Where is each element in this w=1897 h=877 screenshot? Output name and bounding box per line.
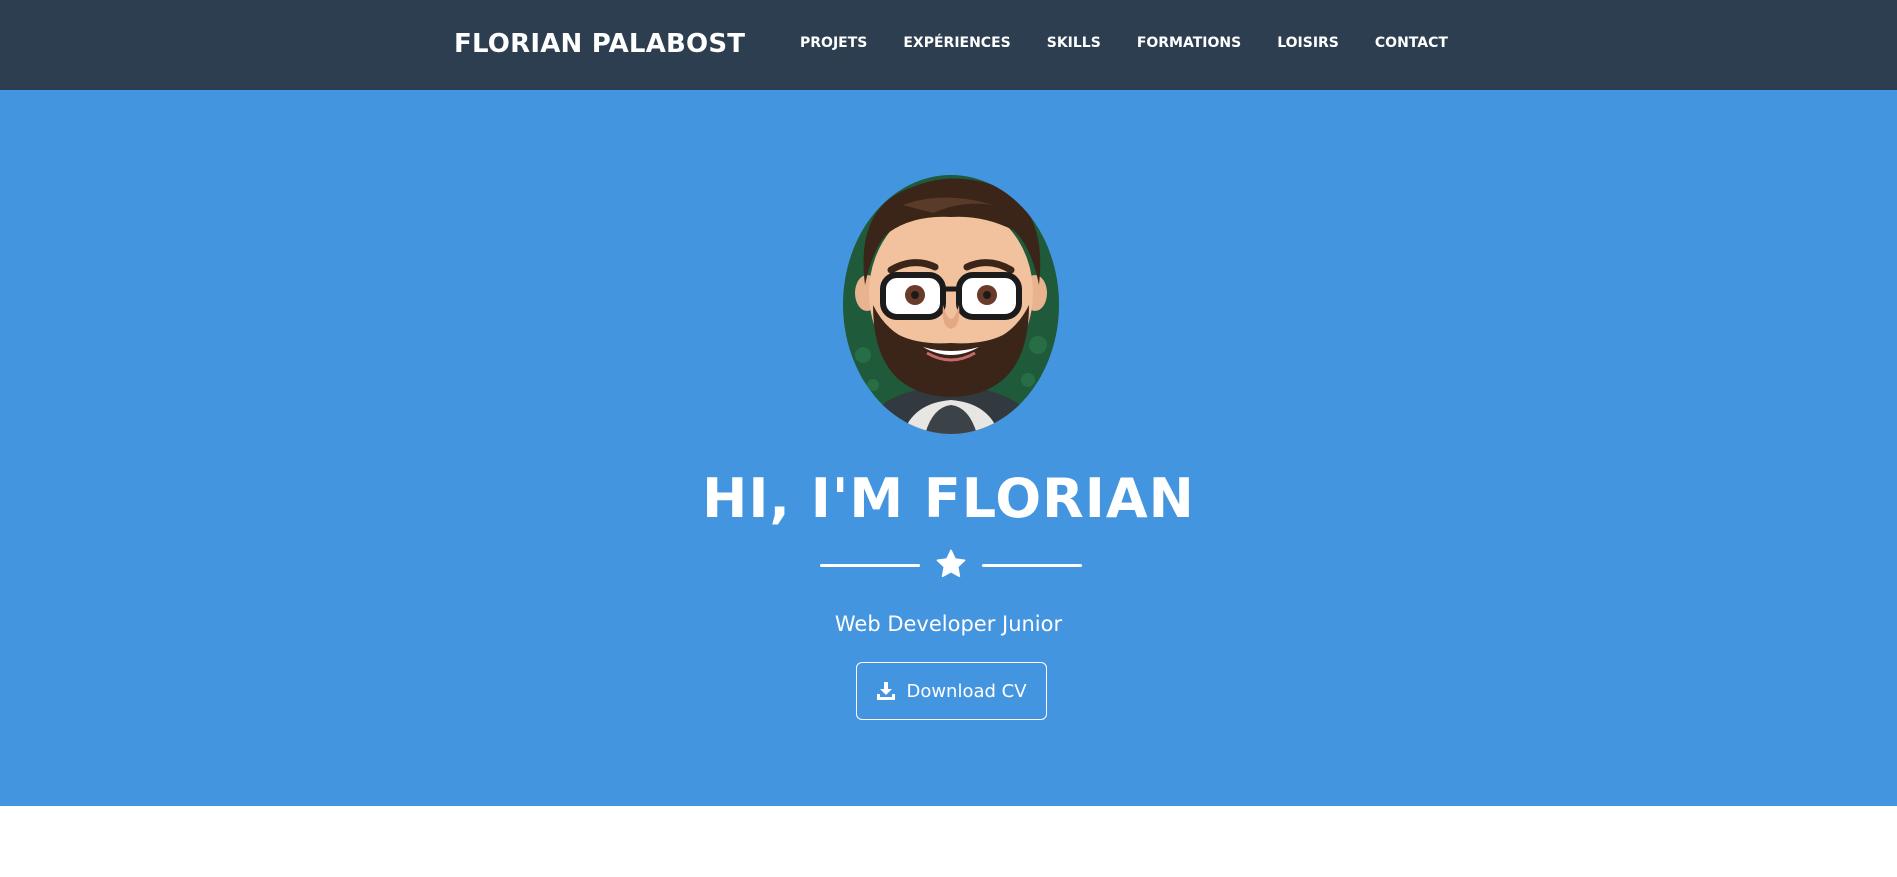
hero-section: HI, I'M FLORIAN Web Developer Junior Dow…: [0, 90, 1897, 806]
nav-link-experiences[interactable]: EXPÉRIENCES: [885, 31, 1028, 55]
download-cv-button[interactable]: Download CV: [856, 662, 1047, 720]
nav-link-contact[interactable]: CONTACT: [1357, 31, 1466, 55]
star-icon: [936, 549, 966, 578]
brand-logo-link[interactable]: FLORIAN PALABOST: [454, 26, 745, 62]
download-cv-label: Download CV: [906, 680, 1027, 702]
star-divider: [820, 548, 1082, 582]
avatar: [843, 175, 1059, 434]
nav-link-formations[interactable]: FORMATIONS: [1119, 31, 1259, 55]
divider-line-left: [820, 564, 920, 567]
nav-link-projets[interactable]: PROJETS: [782, 31, 885, 55]
nav-links: PROJETS EXPÉRIENCES SKILLS FORMATIONS LO…: [782, 31, 1466, 55]
nav-link-loisirs[interactable]: LOISIRS: [1259, 31, 1357, 55]
nav-link-skills[interactable]: SKILLS: [1029, 31, 1119, 55]
divider-line-right: [982, 564, 1082, 567]
download-icon: [877, 682, 896, 700]
navbar: FLORIAN PALABOST PROJETS EXPÉRIENCES SKI…: [0, 0, 1897, 90]
hero-title: HI, I'M FLORIAN: [702, 467, 1195, 530]
hero-subtitle: Web Developer Junior: [834, 612, 1063, 636]
avatar-portrait-icon: [843, 175, 1059, 434]
